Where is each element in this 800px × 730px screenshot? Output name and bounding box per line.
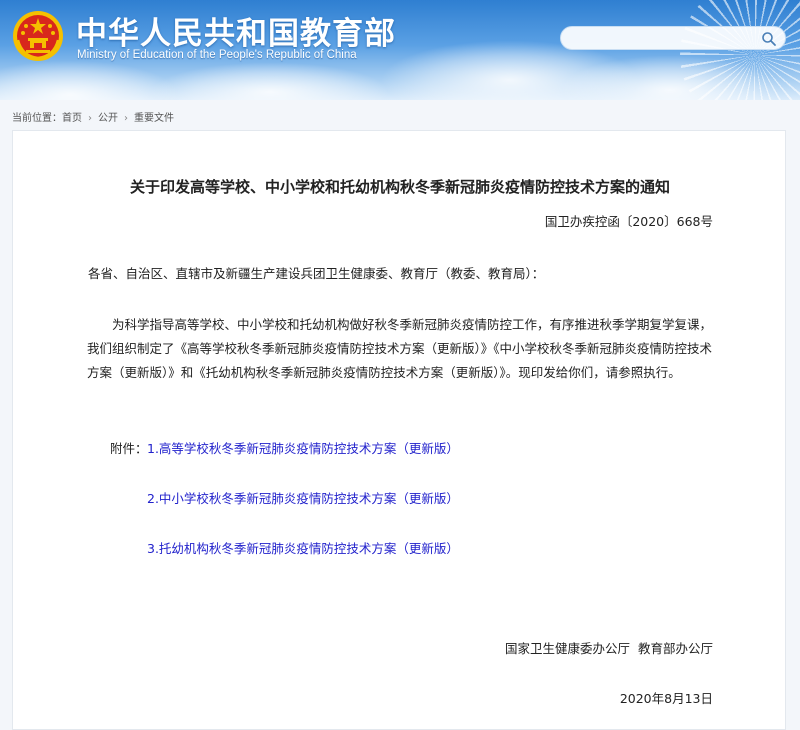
cloud-decoration: [150, 62, 390, 100]
document-title: 关于印发高等学校、中小学校和托幼机构秋冬季新冠肺炎疫情防控技术方案的通知: [129, 178, 670, 196]
document-body: 为科学指导高等学校、中小学校和托幼机构做好秋冬季新冠肺炎疫情防控工作，有序推进秋…: [87, 317, 713, 380]
document-salutation: 各省、自治区、直辖市及新疆生产建设兵团卫生健康委、教育厅（教委、教育局）：: [88, 266, 545, 281]
breadcrumb: 当前位置：首页 › 公开 › 重要文件: [12, 109, 174, 124]
breadcrumb-item-home[interactable]: 首页: [62, 113, 82, 124]
national-emblem-icon[interactable]: [12, 10, 64, 62]
search-icon[interactable]: [761, 31, 777, 47]
breadcrumb-separator: ›: [88, 113, 92, 124]
document-date: 2020年8月13日: [619, 691, 713, 706]
document-number: 国卫办疾控函〔2020〕668号: [544, 214, 713, 229]
site-subtitle: Ministry of Education of the People's Re…: [77, 49, 357, 61]
attachment-link-1[interactable]: 1.高等学校秋冬季新冠肺炎疫情防控技术方案（更新版）: [147, 438, 459, 457]
attachment-link-2[interactable]: 2.中小学校秋冬季新冠肺炎疫情防控技术方案（更新版）: [147, 488, 459, 507]
cloud-decoration: [0, 60, 180, 100]
attachments-label: 附件：: [110, 441, 148, 456]
attachment-link-3[interactable]: 3.托幼机构秋冬季新冠肺炎疫情防控技术方案（更新版）: [147, 538, 459, 557]
breadcrumb-item-important-docs[interactable]: 重要文件: [134, 113, 174, 124]
search-box[interactable]: [560, 26, 786, 50]
dandelion-decoration: [680, 0, 800, 100]
search-input[interactable]: [571, 29, 760, 49]
breadcrumb-item-public[interactable]: 公开: [98, 113, 118, 124]
site-header: 中华人民共和国教育部 Ministry of Education of the …: [0, 0, 800, 100]
site-title[interactable]: 中华人民共和国教育部: [76, 8, 396, 53]
breadcrumb-prefix: 当前位置：: [12, 113, 62, 124]
document-signer: 国家卫生健康委办公厅 教育部办公厅: [505, 641, 713, 656]
breadcrumb-separator: ›: [124, 113, 128, 124]
